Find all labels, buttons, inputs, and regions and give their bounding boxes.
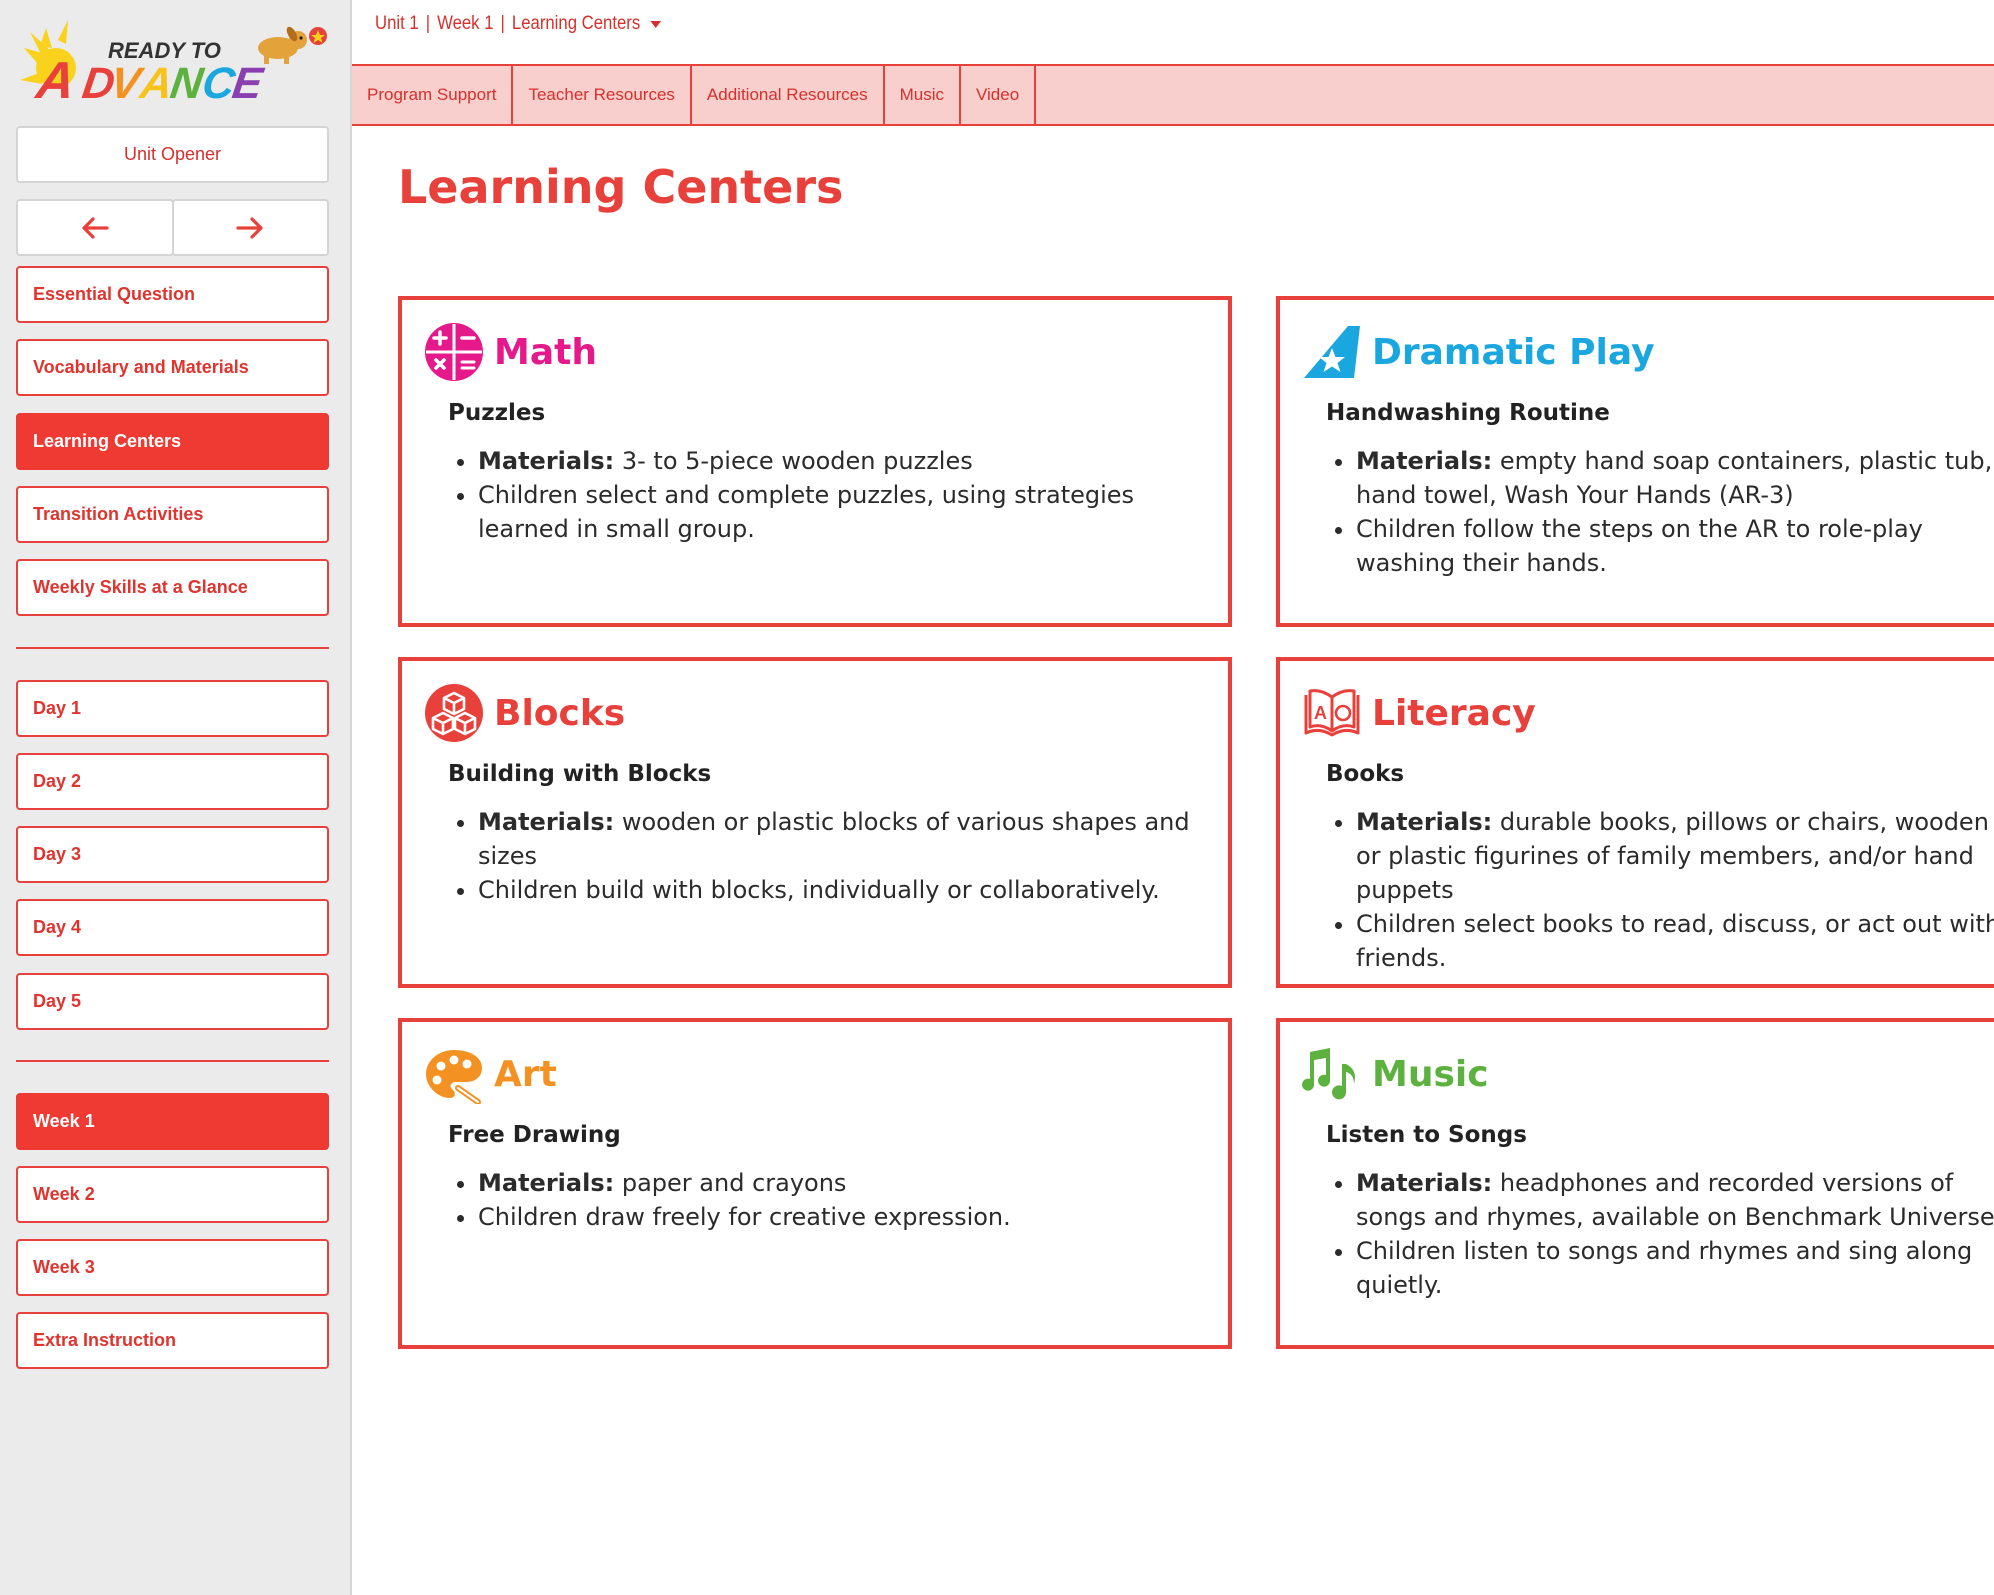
sidebar-item-transition-activities[interactable]: Transition Activities (16, 486, 329, 543)
center-details: Materials: paper and crayons Children dr… (448, 1166, 1208, 1234)
sidebar-item-learning-centers[interactable]: Learning Centers (16, 413, 329, 470)
sidebar-item-vocabulary-and-materials[interactable]: Vocabulary and Materials (16, 339, 329, 396)
sidebar-divider (16, 1060, 329, 1062)
arrow-right-icon (236, 216, 263, 239)
sidebar-item-week-1[interactable]: Week 1 (16, 1093, 329, 1150)
sidebar-item-week-2[interactable]: Week 2 (16, 1166, 329, 1223)
sidebar-item-day-3[interactable]: Day 3 (16, 826, 329, 883)
math-icon (425, 323, 483, 381)
tab-teacher-resources[interactable]: Teacher Resources (513, 66, 692, 124)
description-item: Children listen to songs and rhymes and … (1356, 1234, 1994, 1302)
center-details: Materials: 3- to 5-piece wooden puzzles … (448, 444, 1208, 546)
sidebar-item-day-4[interactable]: Day 4 (16, 899, 329, 956)
materials-item: Materials: durable books, pillows or cha… (1356, 805, 1994, 907)
sidebar-item-essential-question[interactable]: Essential Question (16, 266, 329, 323)
center-card-music: Music Listen to Songs Materials: headpho… (1276, 1018, 1994, 1349)
music-note-icon (1302, 1048, 1355, 1100)
palette-icon (426, 1050, 482, 1104)
center-card-art: Art Free Drawing Materials: paper and cr… (398, 1018, 1232, 1349)
sidebar-item-weekly-skills[interactable]: Weekly Skills at a Glance (16, 559, 329, 616)
center-title: Music (1372, 1053, 1489, 1095)
sidebar-item-week-3[interactable]: Week 3 (16, 1239, 329, 1296)
center-details: Materials: wooden or plastic blocks of v… (448, 805, 1208, 907)
sidebar-item-day-5[interactable]: Day 5 (16, 973, 329, 1030)
center-card-blocks: Blocks Building with Blocks Materials: w… (398, 657, 1232, 988)
tab-music[interactable]: Music (885, 66, 961, 124)
ready-to-advance-logo[interactable]: READY TO A D V A N C E (16, 18, 332, 110)
description-item: Children select books to read, discuss, … (1356, 907, 1994, 975)
center-card-dramatic-play: Dramatic Play Handwashing Routine Materi… (1276, 296, 1994, 627)
breadcrumb-week[interactable]: Week 1 (437, 13, 493, 35)
description-item: Children follow the steps on the AR to r… (1356, 512, 1994, 580)
description-item: Children select and complete puzzles, us… (478, 478, 1208, 546)
tab-additional-resources[interactable]: Additional Resources (692, 66, 885, 124)
materials-item: Materials: empty hand soap containers, p… (1356, 444, 1994, 512)
center-details: Materials: durable books, pillows or cha… (1326, 805, 1994, 975)
center-title: Math (494, 331, 597, 373)
svg-text:A: A (1314, 703, 1327, 723)
resource-tabs: Program Support Teacher Resources Additi… (352, 64, 1994, 126)
breadcrumb-separator: | (425, 13, 431, 34)
center-activity: Handwashing Routine (1326, 400, 1610, 426)
tab-program-support[interactable]: Program Support (352, 66, 514, 124)
tab-video[interactable]: Video (961, 66, 1037, 124)
center-details: Materials: empty hand soap containers, p… (1326, 444, 1994, 580)
blocks-icon (425, 684, 483, 742)
sidebar: READY TO A D V A N C E Unit Opener Essen… (0, 0, 352, 1595)
materials-item: Materials: headphones and recorded versi… (1356, 1166, 1994, 1234)
materials-item: Materials: 3- to 5-piece wooden puzzles (478, 444, 1208, 478)
breadcrumb-page[interactable]: Learning Centers (512, 13, 640, 35)
description-item: Children build with blocks, individually… (478, 873, 1208, 907)
center-card-math: Math Puzzles Materials: 3- to 5-piece wo… (398, 296, 1232, 627)
center-card-literacy: A Literacy Books Materials: durable book… (1276, 657, 1994, 988)
center-details: Materials: headphones and recorded versi… (1326, 1166, 1994, 1302)
book-icon: A (1304, 689, 1360, 737)
materials-item: Materials: wooden or plastic blocks of v… (478, 805, 1208, 873)
star-icon (1304, 326, 1360, 378)
center-title: Dramatic Play (1372, 331, 1655, 373)
center-activity: Puzzles (448, 400, 546, 426)
breadcrumb[interactable]: Unit 1 | Week 1 | Learning Centers (375, 10, 662, 38)
center-activity: Listen to Songs (1326, 1122, 1527, 1148)
materials-item: Materials: paper and crayons (478, 1166, 1208, 1200)
center-activity: Building with Blocks (448, 761, 712, 787)
center-title: Art (494, 1053, 557, 1095)
page-title: Learning Centers (398, 160, 844, 214)
center-activity: Books (1326, 761, 1405, 787)
dog-mascot-icon (258, 26, 307, 64)
svg-text:E: E (229, 59, 267, 108)
center-title: Blocks (494, 692, 626, 734)
chevron-down-icon[interactable] (650, 20, 662, 28)
center-activity: Free Drawing (448, 1122, 621, 1148)
unit-opener-button[interactable]: Unit Opener (16, 126, 329, 183)
previous-button[interactable] (16, 199, 174, 256)
arrow-left-icon (82, 216, 109, 239)
sidebar-item-day-1[interactable]: Day 1 (16, 680, 329, 737)
center-title: Literacy (1372, 692, 1536, 734)
next-button[interactable] (171, 199, 329, 256)
sidebar-divider (16, 647, 329, 649)
breadcrumb-unit[interactable]: Unit 1 (375, 13, 419, 35)
prev-next-nav (16, 199, 329, 256)
description-item: Children draw freely for creative expres… (478, 1200, 1208, 1234)
sidebar-item-day-2[interactable]: Day 2 (16, 753, 329, 810)
breadcrumb-separator: | (500, 13, 505, 34)
sidebar-item-extra-instruction[interactable]: Extra Instruction (16, 1312, 329, 1369)
